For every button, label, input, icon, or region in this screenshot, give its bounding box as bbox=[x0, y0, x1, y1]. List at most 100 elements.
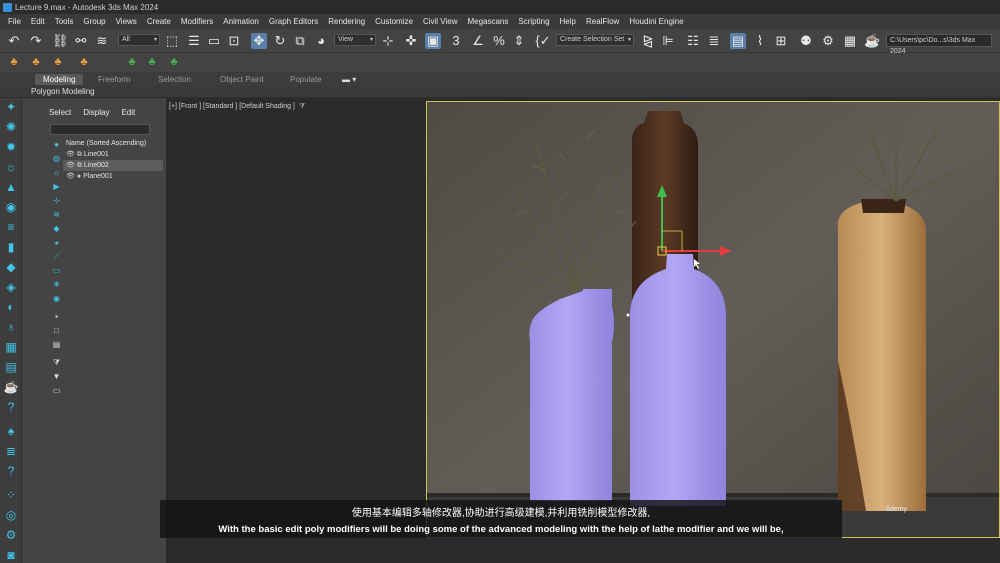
rendered-frame-window-icon[interactable]: ▦ bbox=[842, 33, 858, 49]
snaps-toggle-icon[interactable]: 3 bbox=[448, 33, 464, 49]
tree-plant-icon[interactable]: ♣ bbox=[168, 56, 180, 68]
eye-icon[interactable]: 👁 bbox=[66, 162, 75, 169]
menu-realflow[interactable]: RealFlow bbox=[581, 17, 624, 26]
scene-icon[interactable]: ▲ bbox=[3, 180, 19, 195]
list-item[interactable]: 👁 ⧉ Line002 bbox=[63, 160, 163, 171]
render-setup-icon[interactable]: ⚙ bbox=[820, 33, 836, 49]
keyboard-shortcut-override-icon[interactable]: ▣ bbox=[425, 33, 441, 49]
window-crossing-icon[interactable]: ⊡ bbox=[226, 33, 242, 49]
display-helpers-icon[interactable]: ⊹ bbox=[52, 196, 61, 205]
viewport-filter-icon[interactable]: ⧩ bbox=[299, 103, 305, 110]
settings-icon[interactable]: ⚙ bbox=[3, 528, 19, 543]
bind-space-warp-icon[interactable]: ≋ bbox=[94, 33, 110, 49]
folder-icon[interactable]: ▭ bbox=[52, 386, 61, 395]
display-geometry-icon[interactable]: ● bbox=[52, 140, 61, 149]
shape-icon[interactable]: ◆ bbox=[3, 260, 19, 275]
menu-views[interactable]: Views bbox=[111, 17, 142, 26]
menu-graph-editors[interactable]: Graph Editors bbox=[264, 17, 323, 26]
polygon-modeling-panel[interactable]: Polygon Modeling bbox=[31, 87, 95, 96]
menu-help[interactable]: Help bbox=[555, 17, 581, 26]
toggle-ribbon-icon[interactable]: ▤ bbox=[730, 33, 746, 49]
menu-megascans[interactable]: Megascans bbox=[462, 17, 513, 26]
rotate-icon[interactable]: ↻ bbox=[272, 33, 288, 49]
sun-icon[interactable]: ☼ bbox=[3, 160, 19, 175]
display-lights-icon[interactable]: ☼ bbox=[52, 168, 61, 177]
leaf-icon[interactable]: ♣ bbox=[8, 56, 20, 68]
tab-freeform[interactable]: Freeform bbox=[98, 74, 130, 85]
ribbon-options-icon[interactable]: ▬ ▾ bbox=[342, 74, 356, 85]
tab-selection[interactable]: Selection bbox=[158, 74, 191, 85]
mirror-icon[interactable]: ⧎ bbox=[640, 33, 656, 49]
project-path-field[interactable]: C:\Users\pc\Do...s\3ds Max 2024 bbox=[886, 34, 992, 55]
rectangular-selection-icon[interactable]: ▭ bbox=[206, 33, 222, 49]
schematic-view-icon[interactable]: ⊞ bbox=[773, 33, 789, 49]
pivot-center-icon[interactable]: ⊹ bbox=[380, 33, 396, 49]
undo-icon[interactable]: ↶ bbox=[6, 33, 22, 49]
filter-icon[interactable]: ⧩ bbox=[52, 358, 61, 367]
document-icon[interactable]: ≣ bbox=[3, 444, 19, 459]
leaf-icon[interactable]: ♣ bbox=[30, 56, 42, 68]
display-shapes-icon[interactable]: ◍ bbox=[52, 154, 61, 163]
material-editor-icon[interactable]: ⚉ bbox=[798, 33, 814, 49]
select-manipulate-icon[interactable]: ✜ bbox=[403, 33, 419, 49]
select-object-icon[interactable]: ⬚ bbox=[164, 33, 180, 49]
menu-houdini-engine[interactable]: Houdini Engine bbox=[624, 17, 688, 26]
target-icon[interactable]: ◎ bbox=[3, 508, 19, 523]
select-by-name-icon[interactable]: ☰ bbox=[186, 33, 202, 49]
selection-filter-dropdown[interactable]: All ▾ bbox=[118, 34, 160, 46]
move-icon[interactable]: ✥ bbox=[251, 33, 267, 49]
invert-display-icon[interactable]: ▤ bbox=[52, 340, 61, 349]
tree-icon[interactable]: ♠ bbox=[3, 424, 19, 439]
tab-modeling[interactable]: Modeling bbox=[35, 74, 84, 85]
light-icon[interactable]: ✺ bbox=[3, 120, 19, 135]
help-circle-icon[interactable]: ? bbox=[3, 464, 19, 479]
display-all-icon[interactable]: ▪ bbox=[52, 312, 61, 321]
menu-file[interactable]: File bbox=[3, 17, 26, 26]
layout-icon[interactable]: ▦ bbox=[3, 340, 19, 355]
display-spacewarps-icon[interactable]: ≋ bbox=[52, 210, 61, 219]
display-hidden-icon[interactable]: ◉ bbox=[52, 294, 61, 303]
tab-edit[interactable]: Edit bbox=[121, 108, 135, 117]
tree-plant-icon[interactable]: ♣ bbox=[146, 56, 158, 68]
list-panel-icon[interactable]: ≡ bbox=[3, 220, 19, 235]
menu-customize[interactable]: Customize bbox=[370, 17, 418, 26]
angle-snap-icon[interactable]: ∠ bbox=[470, 33, 486, 49]
menu-scripting[interactable]: Scripting bbox=[513, 17, 554, 26]
light-bulb-icon[interactable]: ♁ bbox=[3, 320, 19, 335]
leaf-icon[interactable]: ♣ bbox=[52, 56, 64, 68]
tab-populate[interactable]: Populate bbox=[290, 74, 322, 85]
tab-display[interactable]: Display bbox=[83, 108, 109, 117]
menu-edit[interactable]: Edit bbox=[26, 17, 50, 26]
display-cameras-icon[interactable]: ▶ bbox=[52, 182, 61, 191]
render-production-icon[interactable]: ☕ bbox=[864, 33, 880, 49]
viewport-label[interactable]: [+] [Front ] [Standard ] [Default Shadin… bbox=[169, 103, 305, 111]
helper-icon[interactable]: ◐ bbox=[3, 300, 19, 315]
curve-editor-icon[interactable]: ⌇ bbox=[752, 33, 768, 49]
render-icon[interactable]: ◙ bbox=[3, 548, 19, 563]
display-frozen-icon[interactable]: ❄ bbox=[52, 280, 61, 289]
viewport-front[interactable]: [+] [Front ] [Standard ] [Default Shadin… bbox=[166, 98, 1000, 563]
menu-group[interactable]: Group bbox=[78, 17, 110, 26]
teapot-icon[interactable]: ☕ bbox=[3, 380, 19, 395]
leaf-icon[interactable]: ♣ bbox=[78, 56, 90, 68]
menu-create[interactable]: Create bbox=[142, 17, 176, 26]
tab-select[interactable]: Select bbox=[49, 108, 71, 117]
link-icon[interactable]: ⛓ bbox=[52, 33, 69, 49]
toggle-scene-explorer-icon[interactable]: ☷ bbox=[685, 33, 701, 49]
display-groups-icon[interactable]: ◆ bbox=[52, 224, 61, 233]
display-containers-icon[interactable]: ▭ bbox=[52, 266, 61, 275]
menu-rendering[interactable]: Rendering bbox=[323, 17, 370, 26]
display-none-icon[interactable]: □ bbox=[52, 326, 61, 335]
menu-modifiers[interactable]: Modifiers bbox=[176, 17, 218, 26]
scale-icon[interactable]: ⧉ bbox=[292, 33, 308, 49]
create-panel-icon[interactable]: ✦ bbox=[3, 100, 19, 115]
redo-icon[interactable]: ↷ bbox=[28, 33, 44, 49]
reference-coordinate-dropdown[interactable]: View ▾ bbox=[334, 34, 376, 46]
display-icon[interactable]: ◉ bbox=[3, 200, 19, 215]
display-xrefs-icon[interactable]: ◕ bbox=[52, 238, 61, 247]
toggle-layer-explorer-icon[interactable]: ≣ bbox=[706, 33, 722, 49]
place-icon[interactable]: ◕ bbox=[313, 33, 329, 49]
percent-snap-icon[interactable]: % bbox=[491, 33, 507, 49]
align-icon[interactable]: ⊫ bbox=[660, 33, 676, 49]
tab-object-paint[interactable]: Object Paint bbox=[220, 74, 264, 85]
